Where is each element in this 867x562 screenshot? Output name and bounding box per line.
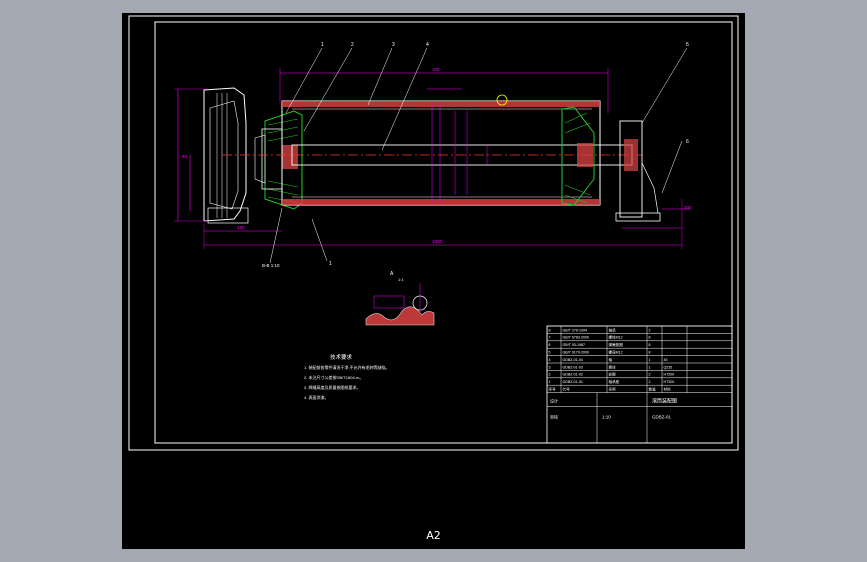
parts-cell: 轮毂	[609, 372, 617, 377]
parts-header-cell: 名称	[609, 387, 617, 392]
notes-title: 技术要求	[330, 353, 353, 361]
parts-header-cell: 材料	[664, 387, 672, 392]
detail-label: A	[390, 271, 394, 277]
detail-scale: 1:1	[398, 277, 404, 282]
parts-header-cell: 序号	[549, 387, 557, 392]
parts-cell: HT200	[664, 373, 675, 377]
callout-5: 5	[686, 42, 689, 48]
parts-cell: 筒体	[609, 364, 617, 369]
dim-top: 100	[432, 67, 440, 72]
parts-cell: 轴承	[609, 327, 617, 332]
main-assembly	[174, 47, 690, 264]
drawing-scale: 1:10	[602, 415, 611, 420]
drawing-name: 滚筒装配图	[652, 398, 677, 405]
parts-cell: 8	[649, 351, 651, 355]
parts-cell: GDBZ-01-03	[563, 365, 583, 369]
notes-line-4: 4. 表面涂漆。	[304, 394, 328, 400]
dim-height: 80	[182, 154, 188, 159]
parts-cell: 1	[649, 358, 651, 362]
title-block: 8 GB/T 276-1994 轴承 2 7 GB/T 5783-2000 螺栓M12 8 6 G…	[546, 325, 733, 444]
parts-cell: 6	[549, 343, 551, 347]
parts-cell: GB/T 276-1994	[563, 328, 588, 332]
callout-2: 2	[351, 42, 354, 48]
callout-1: 1	[321, 42, 324, 48]
parts-cell: 轴	[609, 357, 613, 362]
drum-shell	[281, 100, 601, 206]
parts-cell: 8	[649, 336, 651, 340]
notes-line-3: 3. 焊缝高度及质量按图纸要求。	[304, 384, 360, 390]
drawing-sheet: 1 2 3 4 5 6 1 100 1800 180 80 200 B-B 1:…	[122, 13, 745, 549]
parts-cell: 2	[649, 380, 651, 384]
parts-cell: GB/T 5783-2000	[563, 336, 590, 340]
parts-cell: 螺母M12	[609, 350, 623, 355]
section-label: B-B 1:10	[262, 263, 280, 268]
parts-cell: 2	[549, 373, 551, 377]
parts-cell: 2	[649, 328, 651, 332]
parts-cell: 8	[549, 328, 551, 332]
parts-cell: HT200	[664, 380, 675, 384]
parts-header-cell: 代号	[563, 387, 571, 392]
parts-cell: 7	[549, 336, 551, 340]
dim-right: 200	[684, 205, 692, 210]
parts-cell: 1	[549, 380, 551, 384]
callout-6: 6	[686, 139, 689, 145]
parts-cell: GDBZ-01-01	[563, 380, 583, 384]
dim-left: 180	[237, 225, 245, 230]
outer-frame	[128, 15, 739, 451]
notes-line-2: 2. 未注尺寸公差按GB/T1804-m。	[304, 374, 363, 380]
cad-drawing: 1 2 3 4 5 6 1 100 1800 180 80 200 B-B 1:…	[128, 15, 739, 451]
parts-cell: Q235	[664, 365, 673, 369]
designer-label: 设计	[550, 398, 558, 404]
parts-header-cell: 数量	[649, 387, 657, 392]
detail-view: A 1:1	[365, 271, 435, 326]
sheet-size-label: A2	[426, 529, 441, 542]
dim-overall: 1800	[432, 239, 443, 244]
callout-4: 4	[426, 42, 429, 48]
parts-cell: 8	[649, 343, 651, 347]
parts-cell: 轴承座	[609, 379, 620, 384]
parts-cell: GB/T 93-1987	[563, 343, 586, 347]
detail-profile	[365, 306, 435, 326]
parts-cell: GB/T 6170-2000	[563, 351, 590, 355]
parts-cell: 弹簧垫圈	[609, 342, 624, 347]
inner-frame	[154, 21, 733, 444]
parts-cell: GDBZ-01-02	[563, 373, 583, 377]
parts-cell: 1	[649, 365, 651, 369]
parts-cell: GDBZ-01-04	[563, 358, 583, 362]
parts-cell: 4	[549, 358, 551, 362]
notes-line-1: 1. 装配前各零件清洗干净,不允许有毛刺等缺陷。	[304, 364, 390, 370]
parts-cell: 5	[549, 351, 551, 355]
drawing-number: GDBZ-01	[652, 415, 672, 420]
parts-cell: 2	[649, 373, 651, 377]
callout-7: 1	[329, 261, 332, 267]
parts-cell: 45	[664, 358, 668, 362]
callout-3: 3	[392, 42, 395, 48]
parts-cell: 3	[549, 365, 551, 369]
parts-cell: 螺栓M12	[609, 335, 623, 340]
check-label: 审核	[550, 414, 558, 420]
tech-notes: 技术要求 1. 装配前各零件清洗干净,不允许有毛刺等缺陷。 2. 未注尺寸公差按…	[304, 353, 390, 400]
